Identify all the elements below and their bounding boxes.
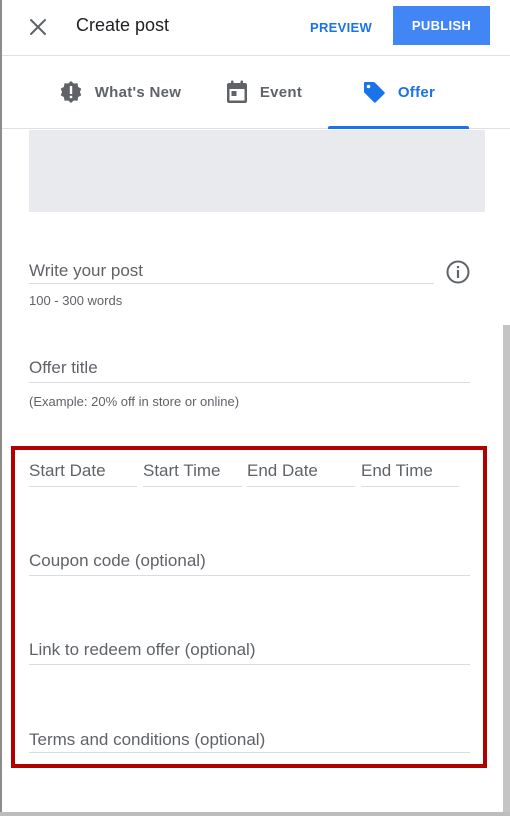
dialog-title: Create post bbox=[76, 15, 170, 35]
preview-button[interactable]: PREVIEW bbox=[304, 11, 378, 43]
tag-icon bbox=[363, 82, 385, 103]
tab-label: Offer bbox=[397, 83, 436, 101]
info-icon bbox=[446, 260, 470, 284]
offer-title-input[interactable]: Offer title bbox=[29, 358, 98, 378]
tab-event[interactable]: Event bbox=[214, 56, 314, 128]
dialog-header: Create post PREVIEW PUBLISH bbox=[2, 0, 510, 56]
highlight-box bbox=[11, 446, 487, 768]
close-button[interactable] bbox=[24, 13, 52, 41]
post-text-underline bbox=[29, 283, 434, 284]
offer-title-helper: (Example: 20% off in store or online) bbox=[29, 394, 240, 409]
calendar-icon bbox=[226, 80, 247, 103]
alert-badge-icon bbox=[60, 81, 82, 103]
info-button[interactable] bbox=[445, 259, 471, 285]
post-type-tabs: What's New Event Offer bbox=[2, 56, 510, 129]
post-text-input[interactable]: Write your post bbox=[29, 261, 143, 281]
scrollbar-thumb[interactable] bbox=[503, 325, 510, 812]
active-tab-indicator bbox=[328, 126, 469, 129]
tab-offer[interactable]: Offer bbox=[328, 56, 469, 129]
tab-label: What's New bbox=[94, 83, 182, 101]
publish-button[interactable]: PUBLISH bbox=[393, 6, 490, 45]
offer-title-underline bbox=[29, 382, 470, 383]
tab-whats-new[interactable]: What's New bbox=[50, 56, 190, 128]
post-helper-text: 100 - 300 words bbox=[29, 293, 123, 308]
window-bottom-edge bbox=[0, 812, 510, 816]
close-icon bbox=[30, 19, 46, 35]
photo-upload-area[interactable] bbox=[29, 130, 485, 212]
tab-label: Event bbox=[259, 83, 303, 101]
